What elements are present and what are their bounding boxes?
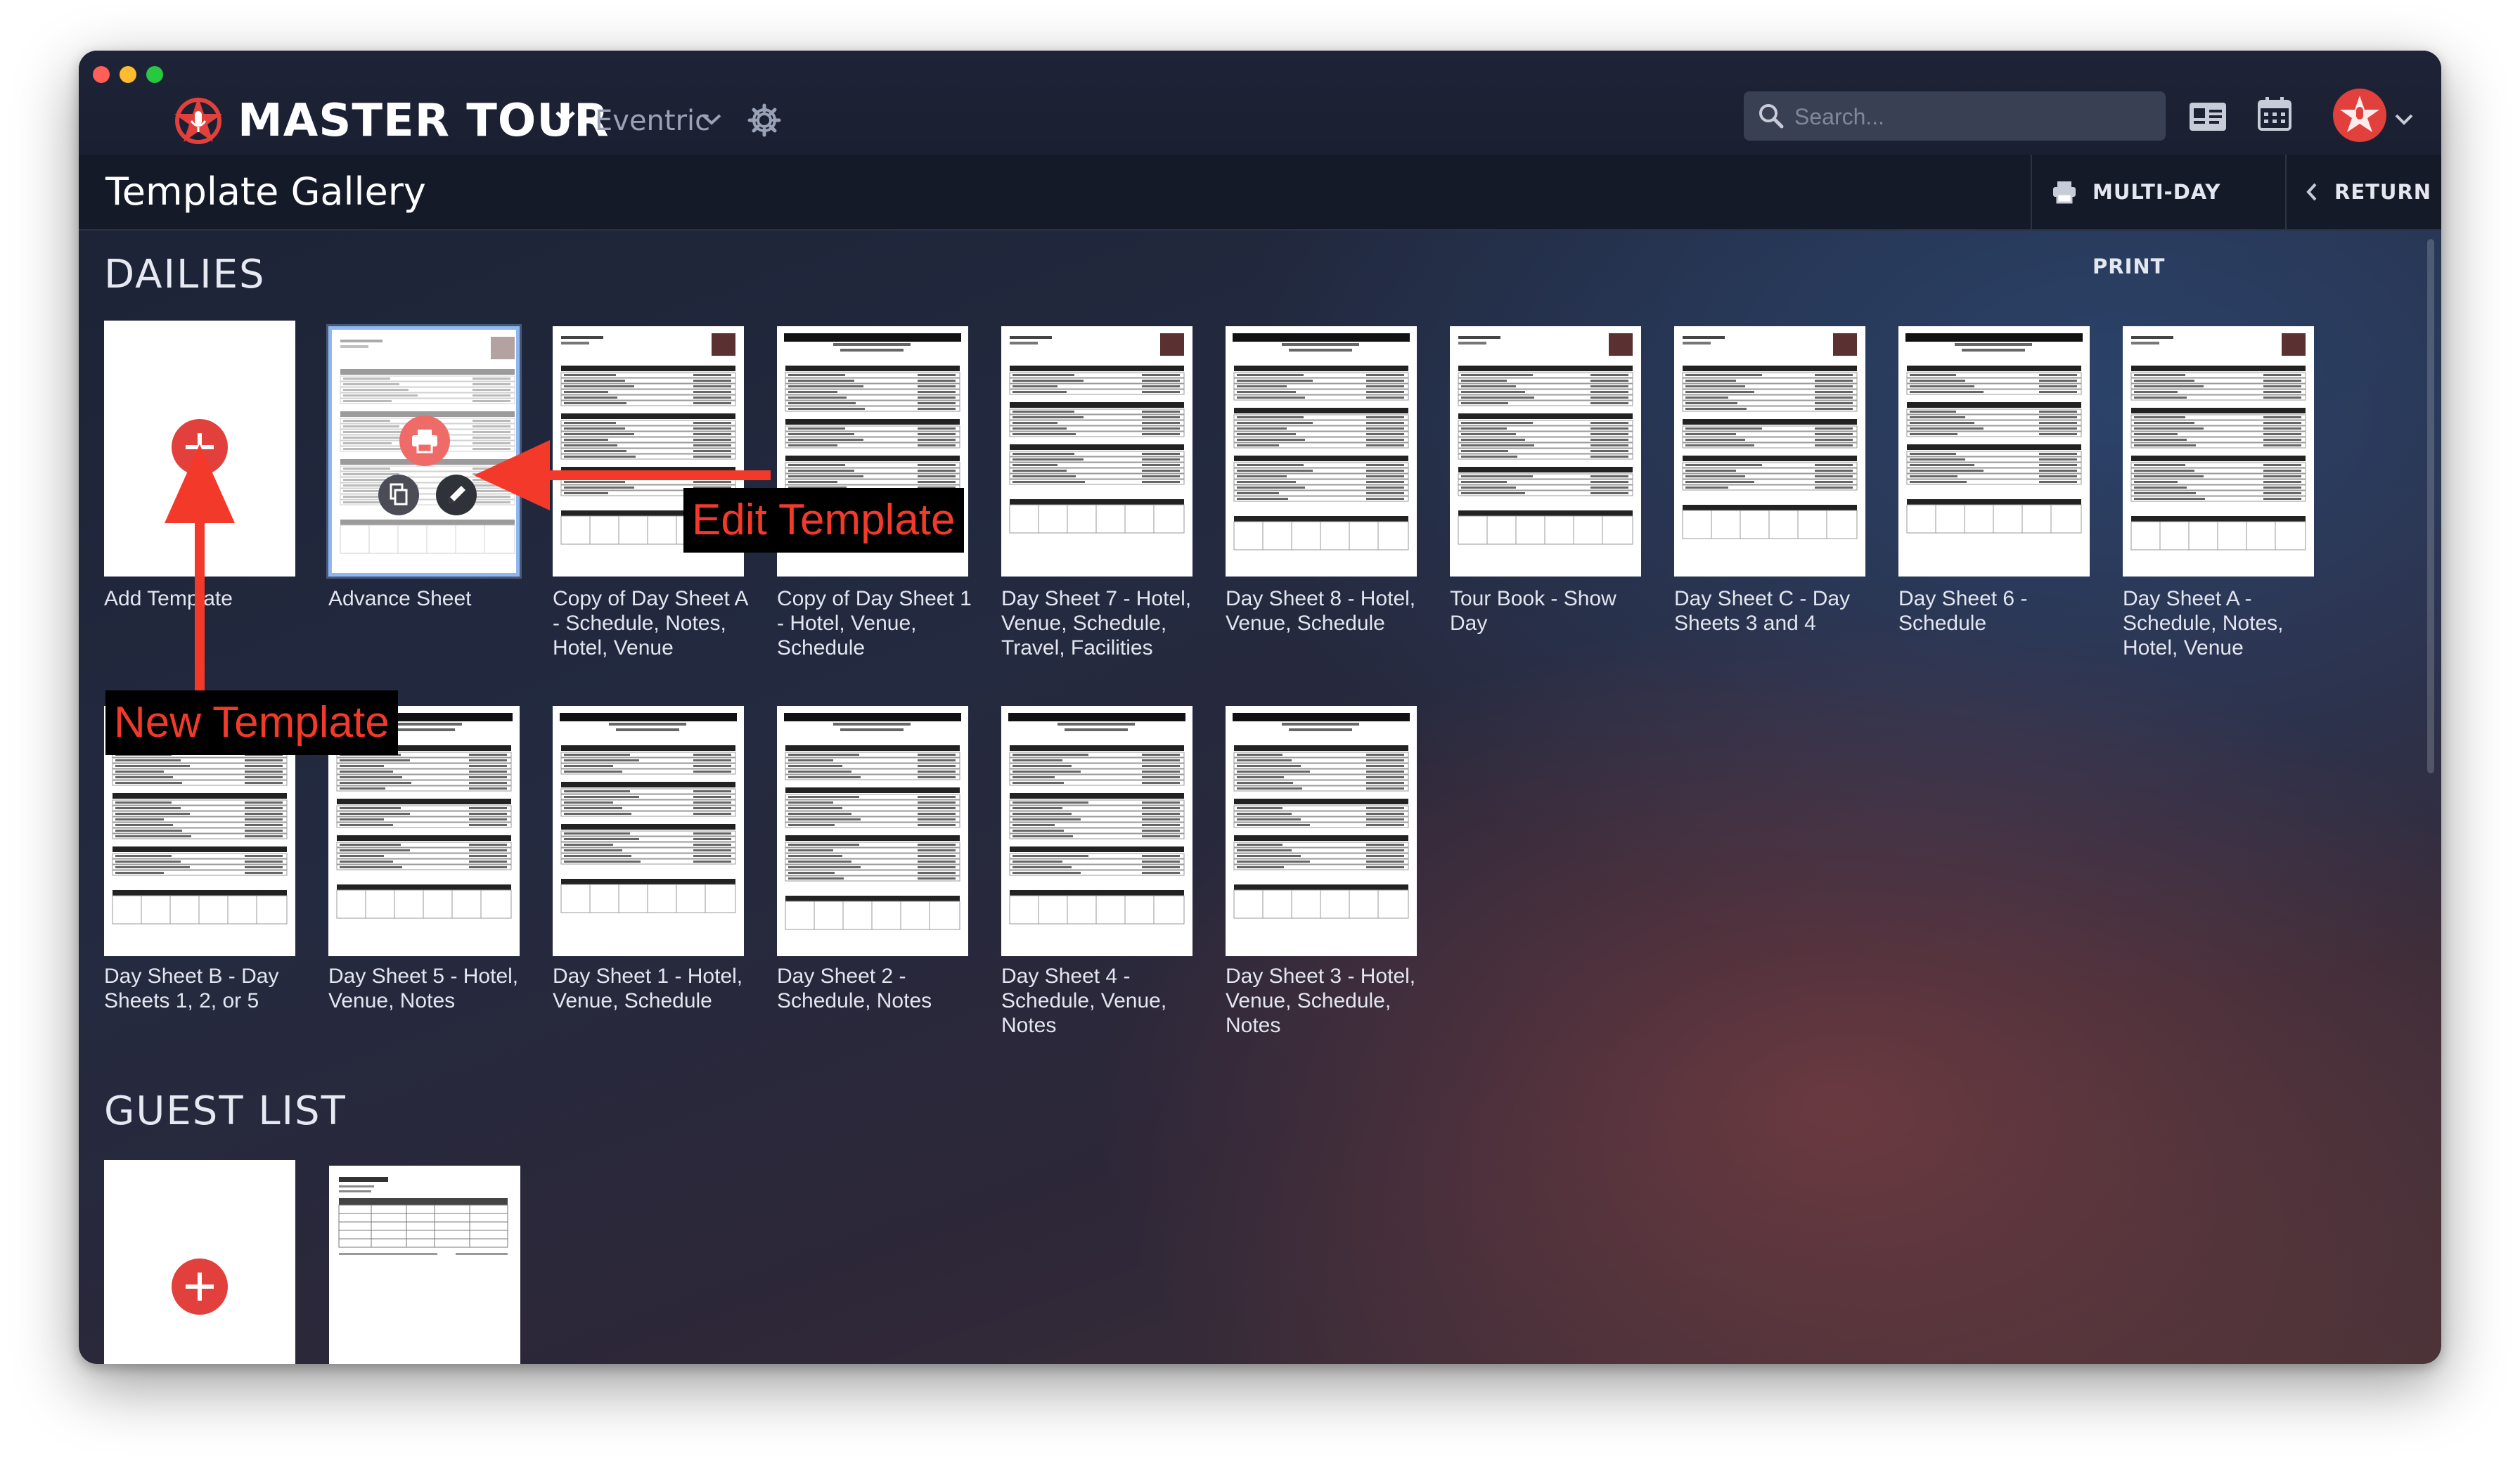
new-template-annotation: New Template (105, 690, 398, 755)
app-window: MASTER TOUR Eventric Search... Template … (79, 51, 2441, 1364)
edit-template-annotation: Edit Template (683, 488, 964, 553)
scrollbar[interactable] (2427, 239, 2434, 773)
annotation-arrows (165, 440, 771, 697)
